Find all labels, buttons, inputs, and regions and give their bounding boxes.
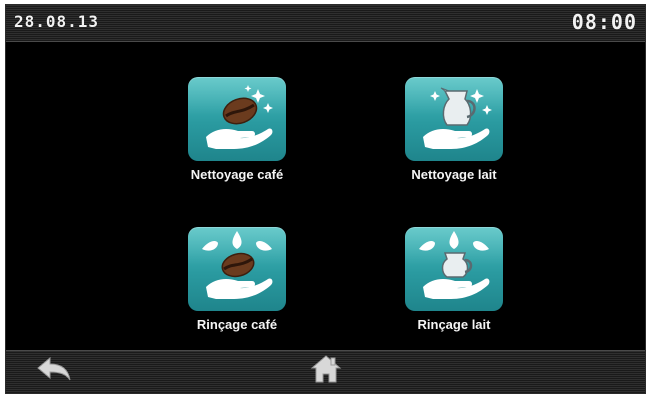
- rincage-lait-label: Rinçage lait: [417, 317, 491, 332]
- back-button[interactable]: [36, 356, 72, 384]
- coffee-bean-rinse-icon: [202, 231, 273, 299]
- status-bar: 28.08.13 08:00: [6, 5, 645, 42]
- nettoyage-lait-button[interactable]: Nettoyage lait: [368, 77, 540, 197]
- nettoyage-cafe-icon-box: [188, 77, 286, 161]
- milk-jug-clean-icon: [423, 87, 492, 149]
- back-arrow-icon: [37, 356, 71, 381]
- home-button[interactable]: [310, 354, 342, 384]
- nettoyage-lait-icon-box: [405, 77, 503, 161]
- rincage-lait-icon-box: [405, 227, 503, 311]
- rincage-cafe-label: Rinçage café: [196, 317, 278, 332]
- nettoyage-lait-label: Nettoyage lait: [411, 167, 497, 182]
- rincage-cafe-button[interactable]: Rinçage café: [151, 227, 323, 347]
- date-display: 28.08.13: [14, 12, 100, 31]
- time-display: 08:00: [571, 10, 637, 34]
- nettoyage-cafe-label: Nettoyage café: [190, 167, 284, 182]
- rincage-lait-button[interactable]: Rinçage lait: [368, 227, 540, 347]
- rincage-cafe-icon-box: [188, 227, 286, 311]
- device-screen: 28.08.13 08:00 Nettoyage café Nettoyage …: [5, 4, 646, 394]
- home-icon: [310, 355, 342, 383]
- nettoyage-cafe-button[interactable]: Nettoyage café: [151, 77, 323, 197]
- milk-jug-rinse-icon: [419, 231, 490, 299]
- coffee-bean-clean-icon: [206, 85, 273, 149]
